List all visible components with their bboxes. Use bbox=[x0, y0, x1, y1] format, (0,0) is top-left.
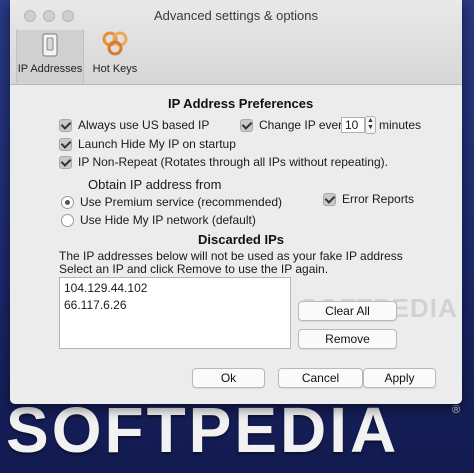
launch-startup-checkbox[interactable]: Launch Hide My IP on startup bbox=[59, 136, 236, 152]
launch-startup-label: Launch Hide My IP on startup bbox=[78, 137, 236, 151]
radio-unselected-icon bbox=[61, 213, 74, 227]
list-item[interactable]: 66.117.6.26 bbox=[64, 298, 127, 312]
tab-hot-keys[interactable]: Hot Keys bbox=[86, 30, 144, 82]
preferences-heading: IP Address Preferences bbox=[168, 96, 314, 111]
checkbox-check-icon bbox=[240, 118, 253, 132]
checkbox-check-icon bbox=[59, 118, 72, 132]
trademark-symbol: ® bbox=[452, 404, 461, 416]
apply-button[interactable]: Apply bbox=[363, 368, 436, 388]
ok-button[interactable]: Ok bbox=[192, 368, 265, 388]
ip-non-repeat-checkbox[interactable]: IP Non-Repeat (Rotates through all IPs w… bbox=[59, 154, 388, 170]
interval-stepper-arrows[interactable]: ▲ ▼ bbox=[365, 116, 376, 134]
settings-window: Advanced settings & options IP Addresses… bbox=[10, 0, 462, 404]
checkbox-check-icon bbox=[59, 155, 72, 169]
discarded-ip-list[interactable]: 104.129.44.102 66.117.6.26 bbox=[59, 277, 291, 349]
always-us-ip-label: Always use US based IP bbox=[78, 118, 210, 132]
checkbox-check-icon bbox=[323, 192, 336, 206]
discarded-desc-line2: Select an IP and click Remove to use the… bbox=[59, 262, 329, 276]
title-bar: Advanced settings & options IP Addresses… bbox=[10, 0, 462, 85]
network-radio[interactable]: Use Hide My IP network (default) bbox=[61, 212, 256, 228]
network-label: Use Hide My IP network (default) bbox=[80, 213, 256, 227]
error-reports-label: Error Reports bbox=[342, 192, 415, 206]
checkbox-check-icon bbox=[59, 137, 72, 151]
obtain-ip-heading: Obtain IP address from bbox=[88, 177, 222, 192]
cancel-button[interactable]: Cancel bbox=[278, 368, 363, 388]
tab-hot-keys-label: Hot Keys bbox=[92, 63, 138, 75]
ip-non-repeat-label: IP Non-Repeat (Rotates through all IPs w… bbox=[78, 155, 388, 169]
tab-ip-addresses[interactable]: IP Addresses bbox=[16, 30, 84, 83]
discarded-ips-heading: Discarded IPs bbox=[198, 232, 284, 247]
premium-service-label: Use Premium service (recommended) bbox=[80, 195, 283, 209]
change-ip-interval-input[interactable]: 10 bbox=[341, 117, 365, 133]
tab-ip-addresses-label: IP Addresses bbox=[17, 63, 83, 75]
radio-selected-icon bbox=[61, 195, 74, 209]
change-ip-checkbox[interactable]: Change IP every bbox=[240, 117, 348, 133]
minutes-label: minutes bbox=[379, 118, 422, 132]
error-reports-checkbox[interactable]: Error Reports bbox=[323, 191, 414, 207]
list-item[interactable]: 104.129.44.102 bbox=[64, 281, 147, 295]
discarded-desc-line1: The IP addresses below will not be used … bbox=[59, 249, 403, 263]
change-ip-label: Change IP every bbox=[259, 118, 349, 132]
always-us-ip-checkbox[interactable]: Always use US based IP bbox=[59, 117, 209, 133]
switch-icon bbox=[42, 33, 58, 57]
remove-button[interactable]: Remove bbox=[298, 329, 397, 349]
hot-keys-icon bbox=[102, 31, 128, 56]
clear-all-button[interactable]: Clear All bbox=[298, 301, 397, 321]
premium-service-radio[interactable]: Use Premium service (recommended) bbox=[61, 194, 282, 210]
window-title: Advanced settings & options bbox=[153, 8, 319, 23]
